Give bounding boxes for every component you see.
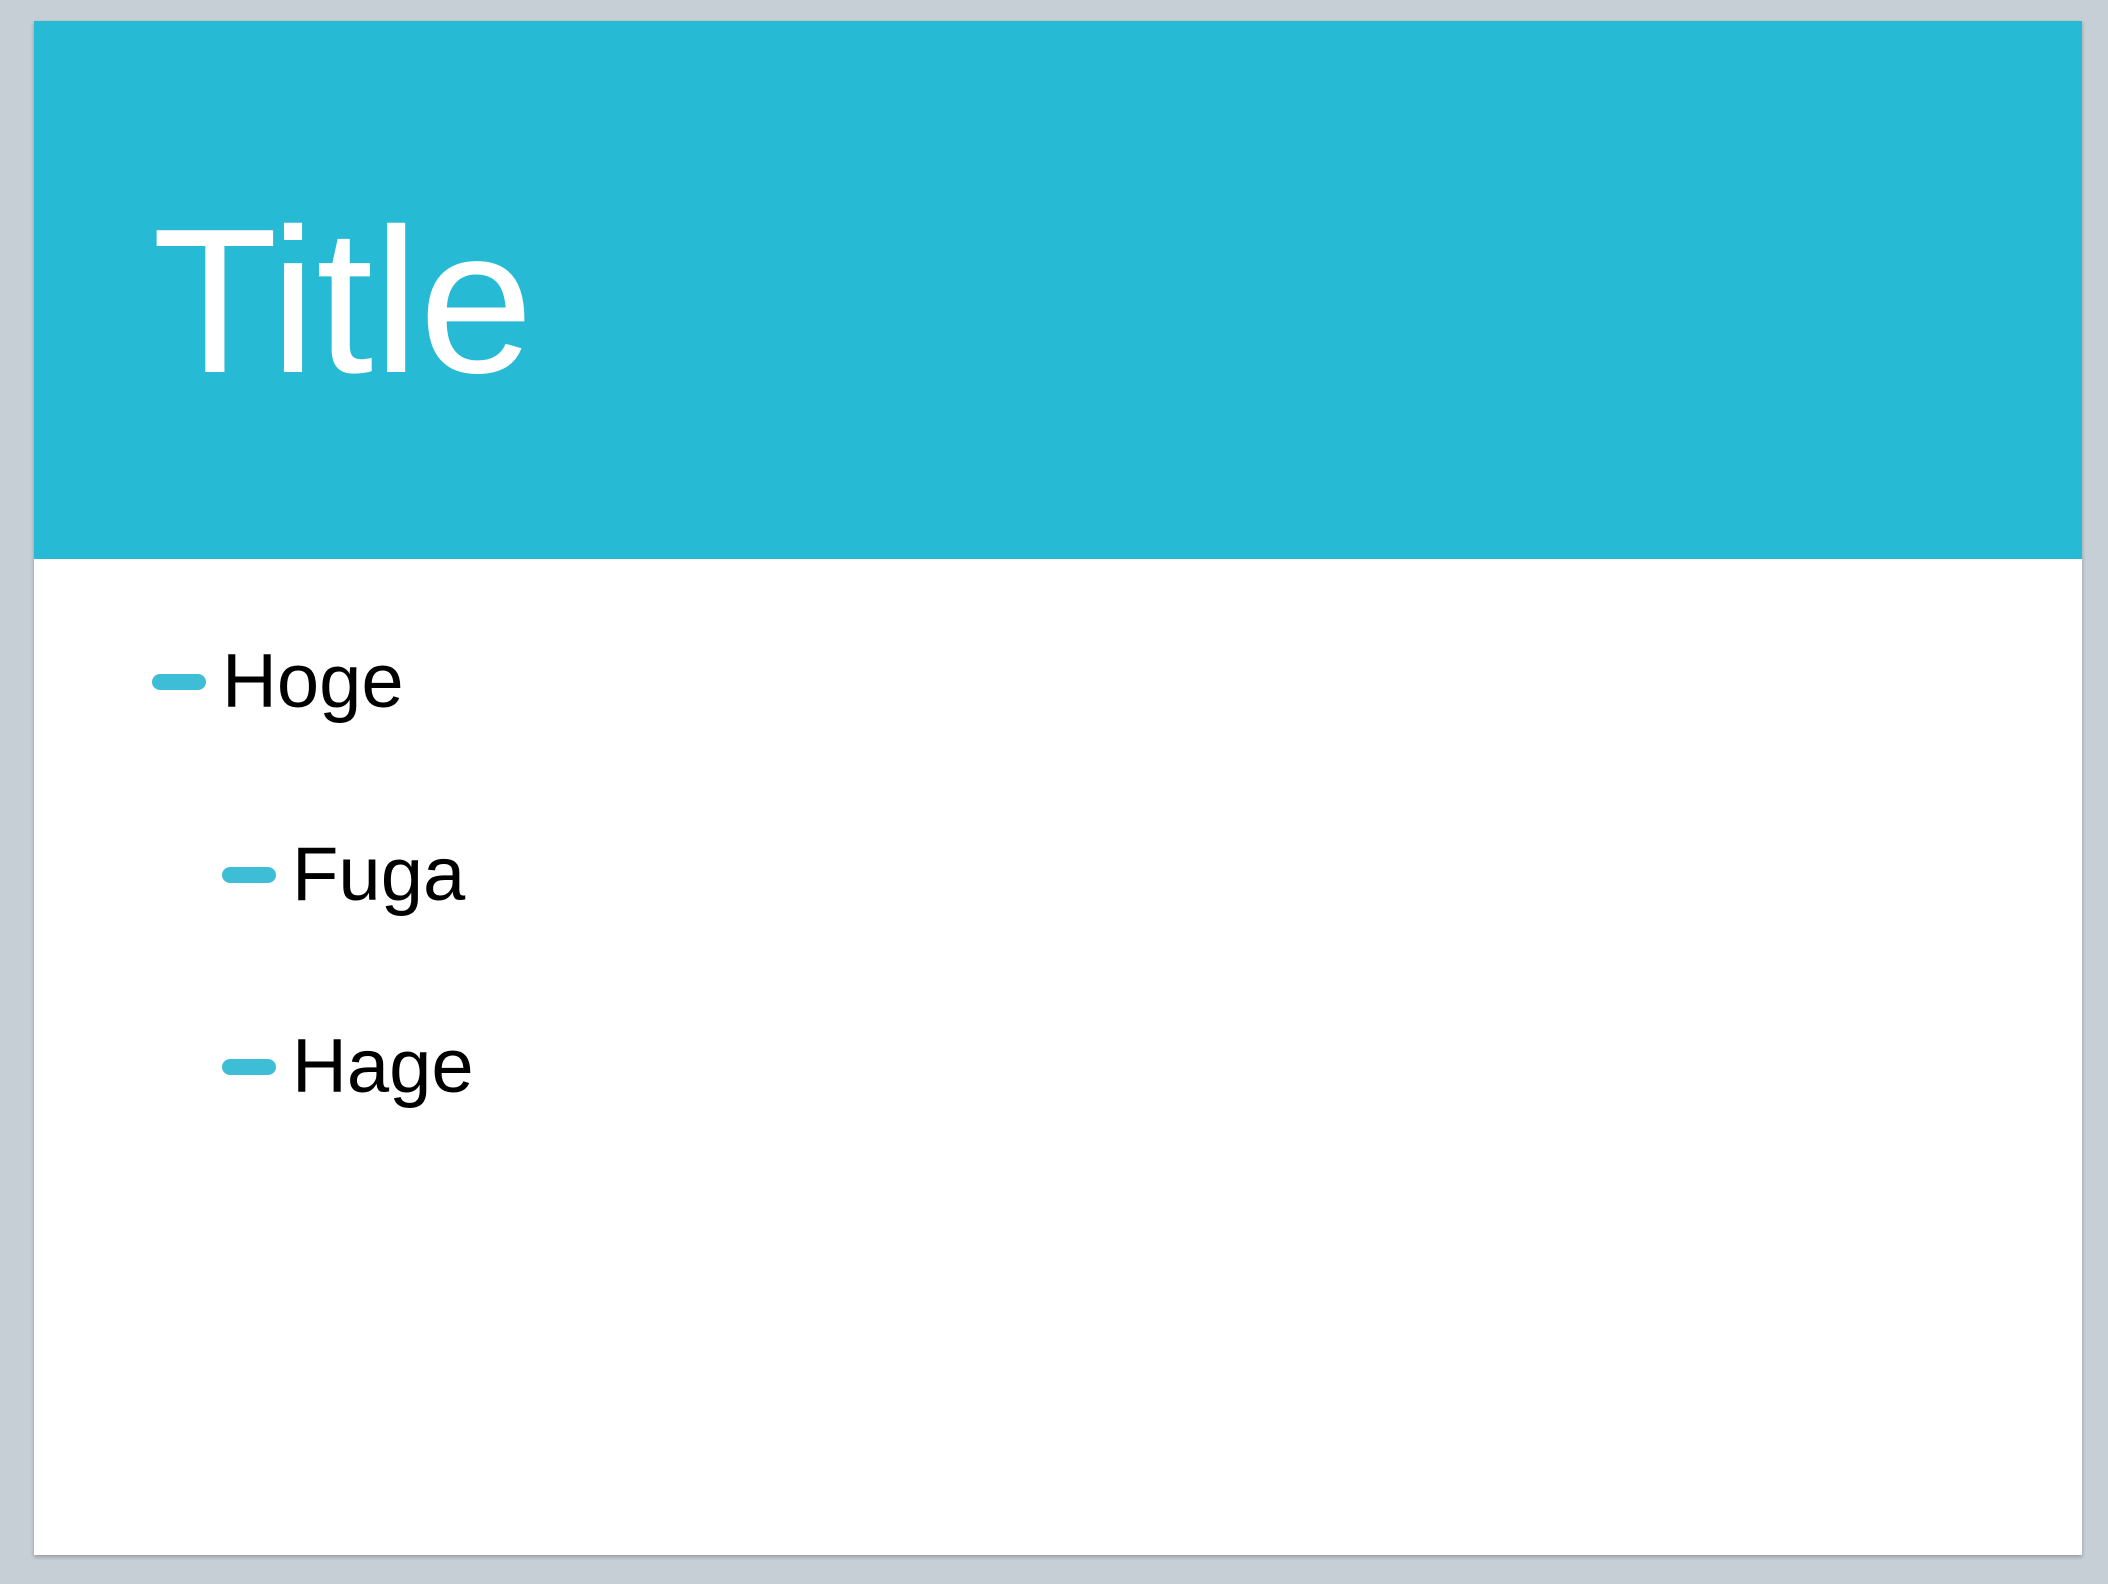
slide-title[interactable]: Title xyxy=(152,191,534,411)
bullet-label: Fuga xyxy=(292,832,466,917)
slide[interactable]: Title Hoge Fuga Hage xyxy=(34,21,2082,1555)
bullet-label: Hoge xyxy=(222,639,404,724)
dash-bullet-icon xyxy=(152,674,206,690)
dash-bullet-icon xyxy=(222,867,276,883)
bullet-label: Hage xyxy=(292,1024,474,1109)
bullet-item-hage[interactable]: Hage xyxy=(222,1022,474,1112)
dash-bullet-icon xyxy=(222,1059,276,1075)
title-band: Title xyxy=(34,21,2082,559)
bullet-item-hoge[interactable]: Hoge xyxy=(152,637,404,727)
bullet-item-fuga[interactable]: Fuga xyxy=(222,830,465,920)
presentation-viewport: Title Hoge Fuga Hage xyxy=(0,0,2108,1584)
